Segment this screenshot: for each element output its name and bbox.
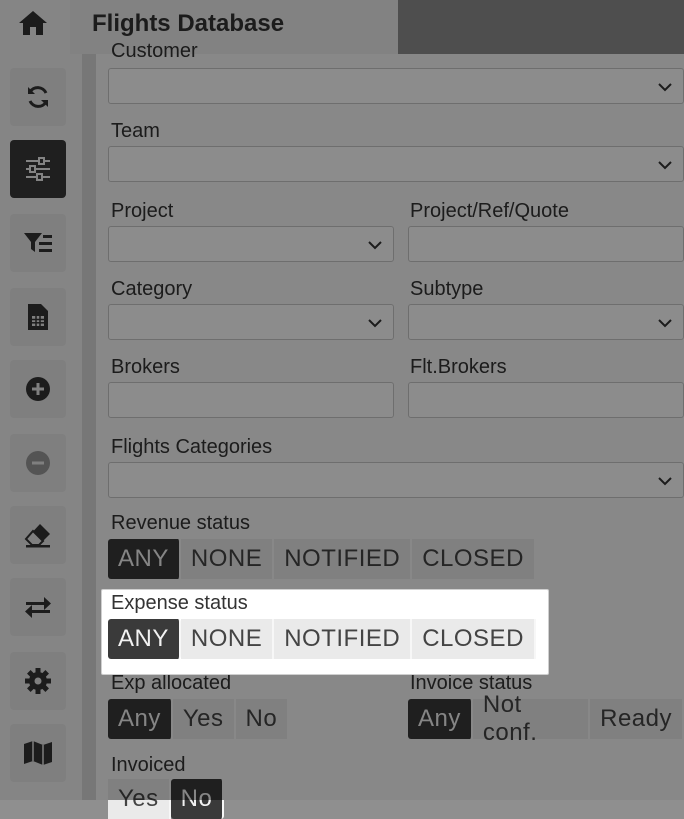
invoice-status-toggle: Any Not conf. Ready	[408, 691, 684, 746]
project-ref-input[interactable]	[408, 226, 684, 262]
brokers-input[interactable]	[108, 382, 394, 418]
revenue-status-label: Revenue status	[111, 512, 250, 534]
home-icon	[19, 11, 47, 35]
expense-status-notified[interactable]: NOTIFIED	[274, 619, 413, 659]
map-button[interactable]	[10, 724, 66, 782]
exp-allocated-yes[interactable]: Yes	[172, 699, 236, 739]
revenue-status-any[interactable]: ANY	[108, 539, 181, 579]
subtype-select[interactable]	[408, 304, 684, 340]
refresh-icon	[28, 86, 48, 108]
expense-status-none[interactable]: NONE	[180, 619, 275, 659]
team-label: Team	[111, 120, 160, 142]
swap-icon	[25, 597, 51, 618]
flt-brokers-label: Flt.Brokers	[410, 356, 507, 378]
project-select[interactable]	[108, 226, 394, 262]
invoiced-toggle: Yes No	[108, 779, 225, 819]
flights-categories-label: Flights Categories	[111, 436, 273, 458]
brokers-label: Brokers	[111, 356, 180, 378]
chevron-down-icon	[368, 319, 382, 328]
swap-button[interactable]	[10, 578, 66, 636]
chevron-down-icon	[658, 319, 672, 328]
revenue-status-toggle: ANY NONE NOTIFIED CLOSED	[108, 539, 536, 579]
expense-status-toggle: ANY NONE NOTIFIED CLOSED	[108, 619, 536, 659]
invoice-status-not-conf[interactable]: Not conf.	[472, 691, 591, 746]
filter-list-button[interactable]	[10, 214, 66, 272]
expense-status-closed[interactable]: CLOSED	[412, 619, 536, 659]
eraser-button[interactable]	[10, 506, 66, 564]
revenue-status-none[interactable]: NONE	[180, 539, 275, 579]
exp-allocated-toggle: Any Yes No	[108, 699, 290, 739]
invoice-status-any[interactable]: Any	[408, 699, 473, 739]
filters-button[interactable]	[10, 140, 66, 198]
team-select[interactable]	[108, 146, 684, 182]
category-select[interactable]	[108, 304, 394, 340]
spreadsheet-icon	[28, 304, 48, 330]
project-label: Project	[111, 200, 174, 222]
revenue-status-notified[interactable]: NOTIFIED	[274, 539, 413, 579]
project-ref-label: Project/Ref/Quote	[410, 200, 569, 222]
expense-status-highlight: Expense status ANY NONE NOTIFIED CLOSED	[101, 589, 549, 675]
settings-button[interactable]	[10, 652, 66, 710]
refresh-button[interactable]	[10, 68, 66, 126]
category-label: Category	[111, 278, 193, 300]
revenue-status-closed[interactable]: CLOSED	[412, 539, 536, 579]
invoiced-label: Invoiced	[111, 754, 186, 776]
invoice-status-ready[interactable]: Ready	[590, 699, 684, 739]
chevron-down-icon	[368, 241, 382, 250]
customer-select[interactable]	[108, 68, 684, 104]
exp-allocated-any[interactable]: Any	[108, 699, 173, 739]
remove-button[interactable]	[10, 434, 66, 492]
sliders-icon	[26, 157, 50, 181]
customer-label: Customer	[111, 40, 198, 62]
chevron-down-icon	[658, 161, 672, 170]
subtype-label: Subtype	[410, 278, 484, 300]
invoiced-no[interactable]: No	[170, 779, 225, 819]
home-button[interactable]	[0, 0, 66, 46]
plus-circle-icon	[26, 377, 50, 401]
page-title: Flights Database	[92, 10, 285, 37]
flights-categories-select[interactable]	[108, 462, 684, 498]
filter-list-icon	[24, 233, 52, 252]
chevron-down-icon	[658, 83, 672, 92]
add-button[interactable]	[10, 360, 66, 418]
spreadsheet-button[interactable]	[10, 288, 66, 346]
icon-rail	[0, 0, 82, 800]
gear-icon	[25, 668, 51, 694]
exp-allocated-label: Exp allocated	[111, 672, 232, 694]
flt-brokers-input[interactable]	[408, 382, 684, 418]
expense-status-any[interactable]: ANY	[108, 619, 181, 659]
invoiced-yes[interactable]: Yes	[108, 779, 171, 819]
map-icon	[24, 741, 52, 765]
expense-status-label: Expense status	[111, 592, 248, 614]
minus-circle-icon	[26, 451, 50, 475]
chevron-down-icon	[658, 477, 672, 486]
exp-allocated-no[interactable]: No	[235, 699, 290, 739]
scroll-track[interactable]	[82, 54, 96, 800]
eraser-icon	[24, 524, 50, 548]
